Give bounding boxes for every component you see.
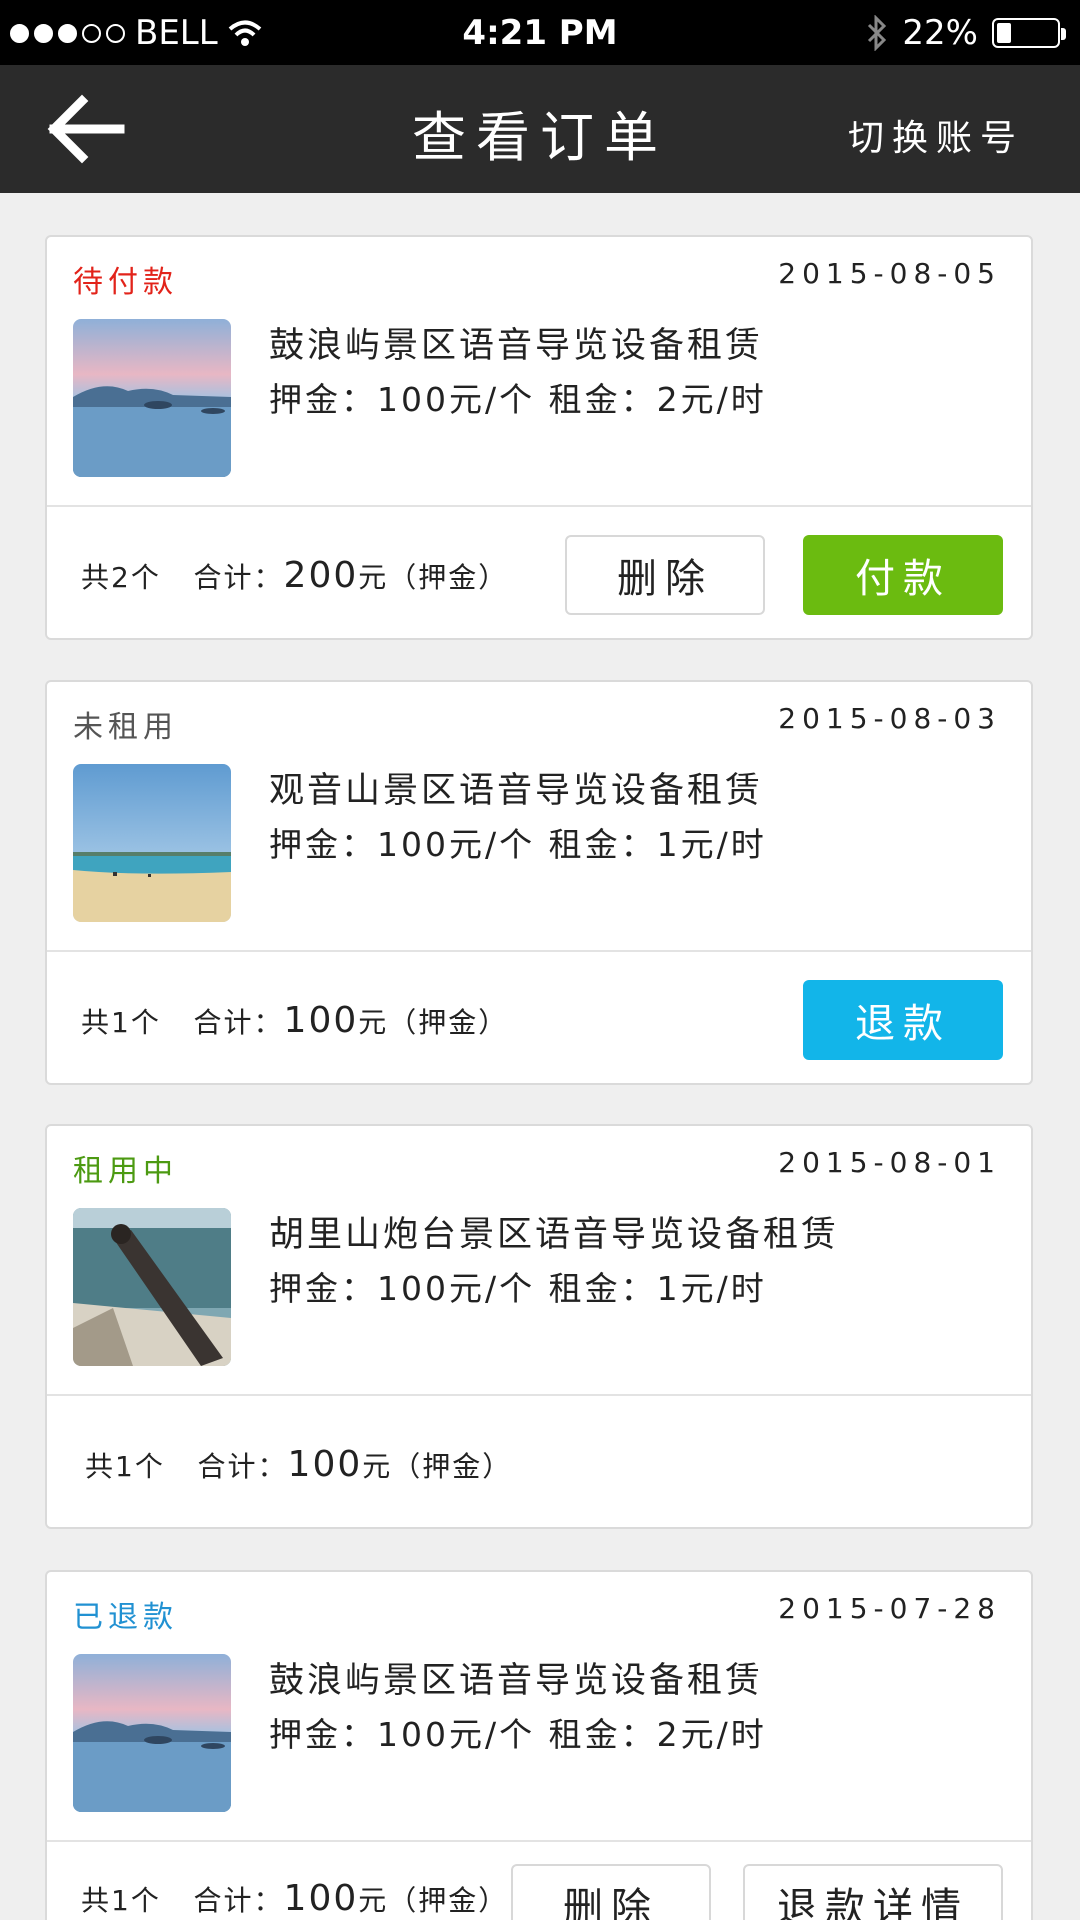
order-total: 200 — [283, 555, 359, 596]
cannon-image — [73, 1208, 231, 1366]
order-summary: 共1个 合计：100元（押金） — [85, 1444, 512, 1485]
delete-button[interactable]: 删除 — [511, 1864, 711, 1920]
order-date: 2015-08-03 — [778, 702, 1001, 735]
delete-button[interactable]: 删除 — [565, 535, 765, 615]
seascape-image — [73, 1654, 231, 1812]
order-title: 胡里山炮台景区语音导览设备租赁 — [269, 1215, 840, 1255]
order-card[interactable]: 租用中 2015-08-01 胡里山炮台景区语音导览设备租赁 押金：100元/个… — [45, 1124, 1033, 1529]
scenic-thumbnail — [73, 1208, 231, 1366]
total-suffix: 元（押金） — [362, 1450, 513, 1483]
order-date: 2015-07-28 — [778, 1592, 1001, 1625]
order-total: 100 — [283, 1000, 359, 1041]
order-card[interactable]: 已退款 2015-07-28 鼓浪屿景区语音导览设备租赁 押金：100元/个 租… — [45, 1570, 1033, 1920]
divider — [47, 1840, 1031, 1842]
total-suffix: 元（押金） — [358, 1006, 509, 1039]
order-title: 鼓浪屿景区语音导览设备租赁 — [269, 326, 764, 366]
divider — [47, 505, 1031, 507]
switch-account-button[interactable]: 切换账号 — [848, 109, 1024, 161]
order-price: 押金：100元/个 租金：1元/时 — [269, 1269, 767, 1308]
order-count: 共2个 — [81, 561, 161, 594]
order-total: 100 — [287, 1444, 363, 1485]
order-title: 观音山景区语音导览设备租赁 — [269, 771, 764, 811]
total-suffix: 元（押金） — [358, 561, 509, 594]
total-label: 合计： — [193, 1884, 284, 1917]
order-summary: 共2个 合计：200元（押金） — [81, 555, 508, 596]
order-summary: 共1个 合计：100元（押金） — [81, 1000, 508, 1041]
order-date: 2015-08-01 — [778, 1146, 1001, 1179]
beach-image — [73, 764, 231, 922]
order-status: 未租用 — [73, 710, 178, 745]
battery-percent: 22% — [902, 13, 978, 53]
pay-button[interactable]: 付款 — [803, 535, 1003, 615]
order-total: 100 — [283, 1878, 359, 1919]
divider — [47, 950, 1031, 952]
order-count: 共1个 — [81, 1884, 161, 1917]
order-count: 共1个 — [85, 1450, 165, 1483]
refund-button[interactable]: 退款 — [803, 980, 1003, 1060]
order-card[interactable]: 未租用 2015-08-03 观音山景区语音导览设备租赁 押金：100元/个 租… — [45, 680, 1033, 1085]
total-label: 合计： — [193, 561, 284, 594]
order-status: 租用中 — [73, 1154, 178, 1189]
scenic-thumbnail — [73, 1654, 231, 1812]
order-status: 待付款 — [73, 265, 178, 300]
total-label: 合计： — [193, 1006, 284, 1039]
order-summary: 共1个 合计：100元（押金） — [81, 1878, 508, 1919]
scenic-thumbnail — [73, 319, 231, 477]
order-title: 鼓浪屿景区语音导览设备租赁 — [269, 1661, 764, 1701]
order-price: 押金：100元/个 租金：2元/时 — [269, 380, 767, 419]
status-bar: BELL 4:21 PM 22% — [0, 0, 1080, 65]
divider — [47, 1394, 1031, 1396]
total-label: 合计： — [197, 1450, 288, 1483]
order-price: 押金：100元/个 租金：2元/时 — [269, 1715, 767, 1754]
total-suffix: 元（押金） — [358, 1884, 509, 1917]
battery-level — [997, 23, 1012, 43]
battery-icon — [992, 18, 1066, 48]
bluetooth-icon — [868, 15, 887, 51]
order-price: 押金：100元/个 租金：1元/时 — [269, 825, 767, 864]
refund-details-button[interactable]: 退款详情 — [743, 1864, 1003, 1920]
order-count: 共1个 — [81, 1006, 161, 1039]
nav-bar: 查看订单 切换账号 — [0, 65, 1080, 193]
order-card[interactable]: 待付款 2015-08-05 鼓浪屿景区语音导览设备租赁 押金：100元/个 租… — [45, 235, 1033, 640]
status-right: 22% — [866, 13, 1066, 53]
scenic-thumbnail — [73, 764, 231, 922]
seascape-image — [73, 319, 231, 477]
order-status: 已退款 — [73, 1600, 178, 1635]
order-date: 2015-08-05 — [778, 257, 1001, 290]
